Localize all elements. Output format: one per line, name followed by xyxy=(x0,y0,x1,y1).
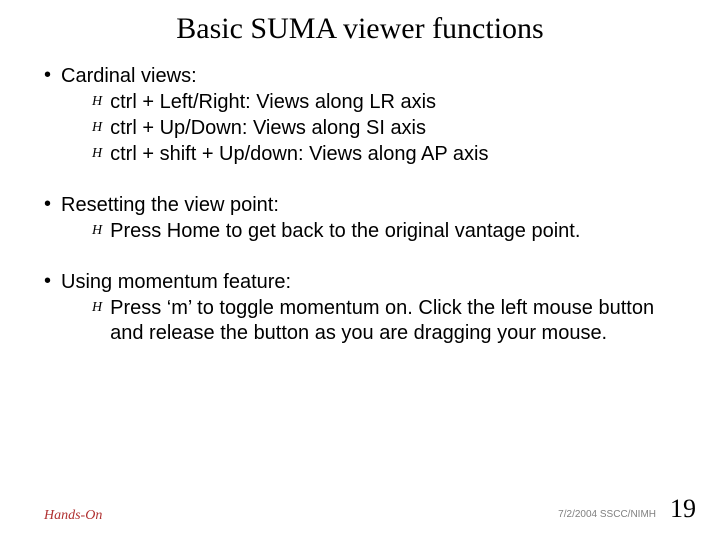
section-header-text: Cardinal views: xyxy=(61,64,197,88)
list-item-text: Press Home to get back to the original v… xyxy=(110,219,676,244)
feather-icon: H xyxy=(92,299,102,317)
list-item: H Press ‘m’ to toggle momentum on. Click… xyxy=(92,296,676,346)
section-momentum: • Using momentum feature: H Press ‘m’ to… xyxy=(44,270,676,346)
sub-list: H ctrl + Left/Right: Views along LR axis… xyxy=(44,88,676,167)
sub-list: H Press Home to get back to the original… xyxy=(44,217,676,244)
feather-icon: H xyxy=(92,222,102,240)
feather-icon: H xyxy=(92,145,102,163)
section-resetting-view: • Resetting the view point: H Press Home… xyxy=(44,193,676,244)
list-item-text: ctrl + shift + Up/down: Views along AP a… xyxy=(110,142,676,167)
bullet-icon: • xyxy=(44,64,51,86)
footer-right: 7/2/2004 SSCC/NIMH 19 xyxy=(558,494,696,524)
bullet-icon: • xyxy=(44,270,51,292)
footer-left-label: Hands-On xyxy=(44,508,102,524)
section-header-text: Using momentum feature: xyxy=(61,270,291,294)
list-item-text: ctrl + Left/Right: Views along LR axis xyxy=(110,90,676,115)
page-number: 19 xyxy=(670,494,696,524)
list-item: H ctrl + shift + Up/down: Views along AP… xyxy=(92,142,676,167)
feather-icon: H xyxy=(92,119,102,137)
footer-date: 7/2/2004 SSCC/NIMH xyxy=(558,509,656,520)
sub-list: H Press ‘m’ to toggle momentum on. Click… xyxy=(44,294,676,346)
section-header-text: Resetting the view point: xyxy=(61,193,279,217)
section-cardinal-views: • Cardinal views: H ctrl + Left/Right: V… xyxy=(44,64,676,167)
list-item-text: ctrl + Up/Down: Views along SI axis xyxy=(110,116,676,141)
slide-title: Basic SUMA viewer functions xyxy=(0,0,720,64)
slide-content: • Cardinal views: H ctrl + Left/Right: V… xyxy=(0,64,720,346)
list-item-text: Press ‘m’ to toggle momentum on. Click t… xyxy=(110,296,676,346)
list-item: H ctrl + Left/Right: Views along LR axis xyxy=(92,90,676,115)
section-header: • Resetting the view point: xyxy=(44,193,676,217)
bullet-icon: • xyxy=(44,193,51,215)
feather-icon: H xyxy=(92,93,102,111)
slide-footer: Hands-On 7/2/2004 SSCC/NIMH 19 xyxy=(0,494,720,524)
list-item: H ctrl + Up/Down: Views along SI axis xyxy=(92,116,676,141)
section-header: • Using momentum feature: xyxy=(44,270,676,294)
list-item: H Press Home to get back to the original… xyxy=(92,219,676,244)
section-header: • Cardinal views: xyxy=(44,64,676,88)
